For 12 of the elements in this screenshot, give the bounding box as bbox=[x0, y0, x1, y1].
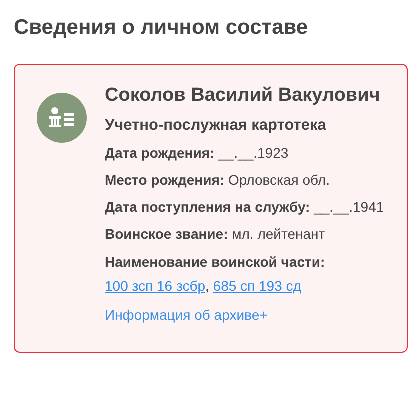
archive-info-link[interactable]: Информация об архиве+ bbox=[105, 304, 268, 326]
page-heading: Сведения о личном составе bbox=[14, 15, 310, 41]
person-name: Соколов Василий Вакулович bbox=[105, 84, 382, 108]
person-card-icon bbox=[37, 92, 87, 142]
field-text: Воинское звание: мл. лейтенант bbox=[105, 224, 326, 244]
unit-link[interactable]: 685 сп 193 сд bbox=[213, 278, 302, 294]
field-text: Наименование воинской части: 100 зсп 16 зсбр, 685 сп 193 сд bbox=[105, 252, 326, 296]
unit-link[interactable]: 100 зсп 16 зсбр bbox=[105, 278, 206, 294]
field-text: Место рождения: Орловская обл. bbox=[105, 170, 331, 190]
field-text: Дата поступления на службу: __.__.1941 bbox=[105, 198, 386, 217]
field-text: Дата рождения: __.__.1923 bbox=[105, 144, 290, 163]
record-type: Учетно-послужная картотека bbox=[105, 116, 328, 136]
